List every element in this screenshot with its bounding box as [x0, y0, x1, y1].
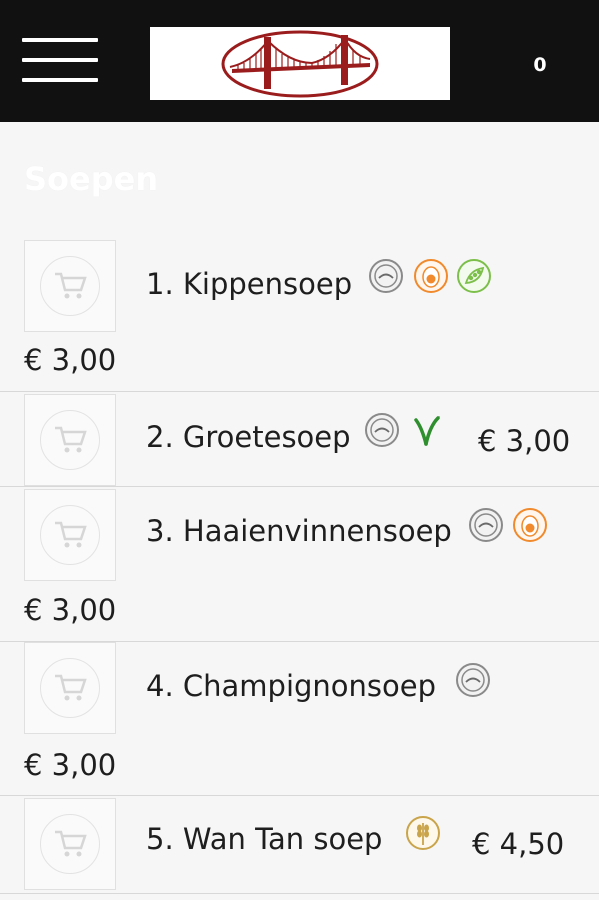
soy-icon — [457, 259, 491, 293]
add-to-cart-button[interactable] — [24, 489, 116, 581]
item-price: € 3,00 — [478, 424, 571, 458]
golden-gate-bridge-logo — [221, 30, 379, 98]
add-to-cart-button[interactable] — [24, 394, 116, 486]
item-name: 5. Wan Tan soep — [146, 822, 383, 856]
item-name: 2. Groetesoep — [146, 420, 351, 454]
halal-icon — [369, 259, 403, 293]
menu-item[interactable]: 2. Groetesoep € 3,00 — [0, 392, 599, 487]
section-title: Soepen — [24, 160, 159, 198]
cart-icon — [55, 426, 87, 453]
halal-icon — [365, 413, 399, 447]
top-bar: 0 — [0, 0, 599, 122]
halal-icon — [456, 663, 490, 697]
egg-icon — [513, 508, 547, 542]
menu-item[interactable]: 3. Haaienvinnensoep € 3,00 — [0, 487, 599, 642]
gluten-icon — [406, 816, 440, 850]
cart-icon — [55, 830, 87, 857]
item-price: € 4,50 — [472, 827, 565, 861]
cart-count[interactable]: 0 — [520, 54, 560, 76]
halal-icon — [469, 508, 503, 542]
menu-item[interactable]: 4. Champignonsoep € 3,00 — [0, 642, 599, 796]
cart-icon — [55, 272, 87, 299]
hamburger-menu-icon[interactable] — [22, 38, 98, 84]
item-name: 3. Haaienvinnensoep — [146, 514, 452, 548]
menu-item[interactable]: 1. Kippensoep € 3,00 — [0, 237, 599, 392]
cart-icon — [55, 521, 87, 548]
item-price: € 3,00 — [24, 343, 117, 377]
item-price: € 3,00 — [24, 593, 117, 627]
egg-icon — [414, 259, 448, 293]
item-price: € 3,00 — [24, 748, 117, 782]
vegetarian-icon — [414, 416, 440, 446]
item-name: 1. Kippensoep — [146, 267, 353, 301]
cart-icon — [55, 674, 87, 701]
add-to-cart-button[interactable] — [24, 798, 116, 890]
menu-item[interactable]: 5. Wan Tan soep € 4,50 — [0, 796, 599, 894]
add-to-cart-button[interactable] — [24, 642, 116, 734]
item-name: 4. Champignonsoep — [146, 669, 437, 703]
logo[interactable] — [150, 27, 450, 100]
add-to-cart-button[interactable] — [24, 240, 116, 332]
